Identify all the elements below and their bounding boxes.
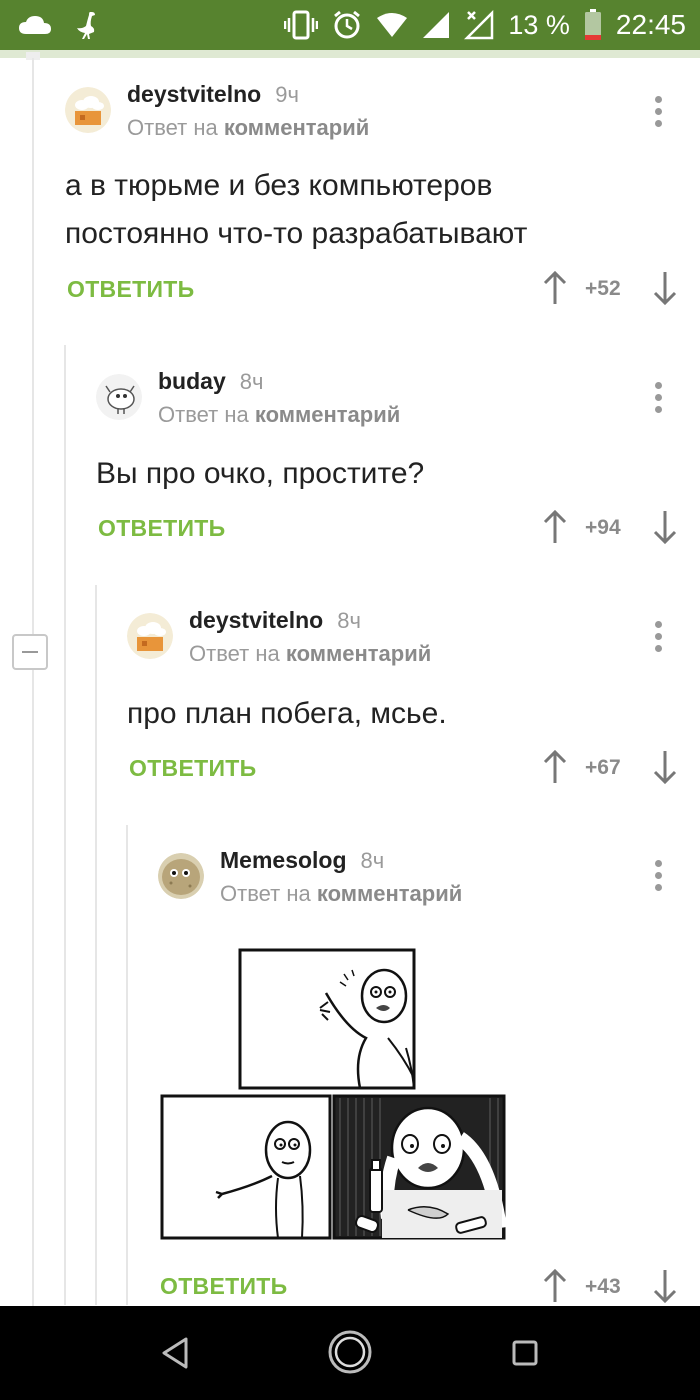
battery-icon xyxy=(584,9,601,40)
clock: 22:45 xyxy=(615,9,686,40)
avatar[interactable] xyxy=(65,87,111,133)
upvote-arrow-icon[interactable] xyxy=(540,509,570,545)
meme-image[interactable] xyxy=(160,948,506,1240)
score: +52 xyxy=(585,277,621,300)
reply-to-line: Ответ на комментарий xyxy=(220,881,463,906)
wifi-icon xyxy=(377,13,408,37)
status-bar: 13 % 22:45 xyxy=(0,0,700,50)
comment-time: 8ч xyxy=(239,369,264,394)
downvote-arrow-icon[interactable] xyxy=(650,1268,680,1304)
more-options-icon[interactable] xyxy=(655,860,663,894)
upvote-arrow-icon[interactable] xyxy=(540,270,570,306)
vote-controls: +52 xyxy=(540,270,690,310)
battery-percent: 13 % xyxy=(508,9,570,40)
author-name[interactable]: deystvitelno 9ч xyxy=(127,81,299,108)
more-options-icon[interactable] xyxy=(655,621,663,655)
recents-icon[interactable] xyxy=(511,1339,539,1367)
upvote-arrow-icon[interactable] xyxy=(540,1268,570,1304)
vote-controls: +67 xyxy=(540,749,690,789)
no-signal-icon xyxy=(464,10,494,40)
reply-button[interactable]: ОТВЕТИТЬ xyxy=(98,515,225,542)
comment-text-line: а в тюрьме и без компьютеров xyxy=(65,169,493,202)
ostrich-icon xyxy=(77,12,95,39)
downvote-arrow-icon[interactable] xyxy=(650,749,680,785)
toolbar-shadow xyxy=(0,50,700,58)
reply-button[interactable]: ОТВЕТИТЬ xyxy=(160,1273,287,1300)
comment-time: 8ч xyxy=(360,848,385,873)
thread-line[interactable] xyxy=(95,585,97,1305)
alarm-icon xyxy=(334,10,361,39)
comment-text-line: Вы про очко, простите? xyxy=(96,457,425,490)
more-options-icon[interactable] xyxy=(655,382,663,416)
reply-target-link[interactable]: комментарий xyxy=(317,881,462,906)
upvote-arrow-icon[interactable] xyxy=(540,749,570,785)
vote-controls: +43 xyxy=(540,1268,690,1308)
comment-text-line: постоянно что-то разрабатывают xyxy=(65,217,528,250)
avatar[interactable] xyxy=(158,853,204,899)
reply-button[interactable]: ОТВЕТИТЬ xyxy=(67,276,194,303)
downvote-arrow-icon[interactable] xyxy=(650,509,680,545)
score: +94 xyxy=(585,516,621,539)
minus-icon xyxy=(22,651,38,653)
author-name[interactable]: deystvitelno 8ч xyxy=(189,607,361,634)
reply-target-link[interactable]: комментарий xyxy=(255,402,400,427)
thread-line[interactable] xyxy=(64,345,66,1305)
vote-controls: +94 xyxy=(540,509,690,549)
author-name[interactable]: buday 8ч xyxy=(158,368,263,395)
comment-time: 9ч xyxy=(275,82,299,107)
reply-to-line: Ответ на комментарий xyxy=(158,402,401,427)
cloud-icon xyxy=(19,16,51,34)
back-icon[interactable] xyxy=(160,1336,190,1370)
home-icon[interactable] xyxy=(327,1329,373,1375)
reply-to-line: Ответ на комментарий xyxy=(127,115,370,140)
comment-time: 8ч xyxy=(337,608,361,633)
thread-line[interactable] xyxy=(126,825,128,1305)
avatar[interactable] xyxy=(96,374,142,420)
navigation-bar xyxy=(0,1306,700,1400)
more-options-icon[interactable] xyxy=(655,96,663,130)
reply-to-line: Ответ на комментарий xyxy=(189,641,432,666)
avatar[interactable] xyxy=(127,613,173,659)
thread-line[interactable] xyxy=(32,58,34,1308)
downvote-arrow-icon[interactable] xyxy=(650,270,680,306)
author-name[interactable]: Memesolog 8ч xyxy=(220,847,384,874)
score: +67 xyxy=(585,756,621,779)
comment-text-line: про план побега, мсье. xyxy=(127,697,447,730)
reply-button[interactable]: ОТВЕТИТЬ xyxy=(129,755,256,782)
collapse-thread-button[interactable] xyxy=(12,634,48,670)
signal-icon xyxy=(423,12,450,38)
vibrate-icon xyxy=(284,10,319,40)
reply-target-link[interactable]: комментарий xyxy=(224,115,369,140)
score: +43 xyxy=(585,1275,621,1298)
reply-target-link[interactable]: комментарий xyxy=(286,641,431,666)
